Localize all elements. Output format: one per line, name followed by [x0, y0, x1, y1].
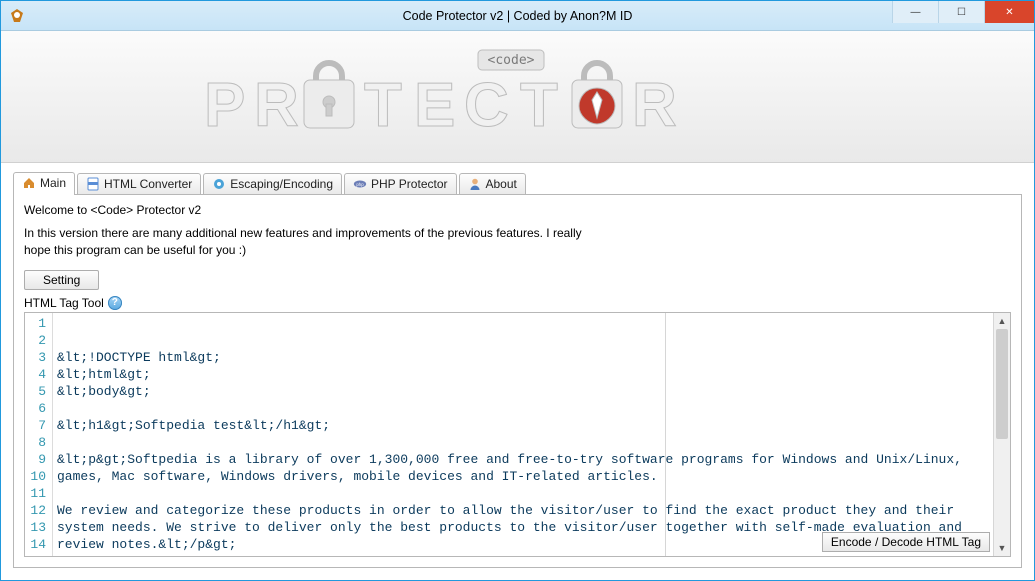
code-line [57, 434, 989, 451]
help-icon[interactable]: ? [108, 296, 122, 310]
code-line: We review and categorize these products … [57, 502, 989, 519]
welcome-text: Welcome to <Code> Protector v2 [24, 203, 1011, 217]
line-number: 4 [27, 366, 46, 383]
line-number: 9 [27, 451, 46, 468]
line-number: 5 [27, 383, 46, 400]
line-gutter: 12345678910111213141516 [25, 313, 53, 556]
line-number: 13 [27, 519, 46, 536]
line-number: 14 [27, 536, 46, 553]
scroll-down-arrow[interactable]: ▼ [994, 540, 1010, 556]
tab-main[interactable]: Main [13, 172, 75, 195]
code-editor[interactable]: 12345678910111213141516 &lt;!DOCTYPE htm… [24, 312, 1011, 557]
home-icon [22, 176, 36, 190]
content-area: Main HTML Converter Escaping/Encoding ph… [1, 163, 1034, 580]
window-controls: — ☐ ✕ [892, 1, 1034, 23]
code-line [57, 400, 989, 417]
line-number: 3 [27, 349, 46, 366]
tab-label: PHP Protector [371, 177, 447, 191]
code-line: &lt;p&gt;Softpedia is a library of over … [57, 451, 989, 468]
line-number: 7 [27, 417, 46, 434]
intro-text: In this version there are many additiona… [24, 225, 644, 260]
person-icon [468, 177, 482, 191]
tabstrip: Main HTML Converter Escaping/Encoding ph… [13, 173, 1022, 195]
banner-logo: <code> P R T E C T R [128, 42, 908, 152]
code-line [57, 485, 989, 502]
tabpanel-main: Welcome to <Code> Protector v2 In this v… [13, 195, 1022, 568]
setting-button[interactable]: Setting [24, 270, 99, 290]
titlebar: Code Protector v2 | Coded by Anon?M ID —… [1, 1, 1034, 31]
svg-text:P: P [204, 71, 245, 140]
svg-text:R: R [632, 71, 677, 140]
close-button[interactable]: ✕ [984, 1, 1034, 23]
scroll-thumb[interactable] [996, 329, 1008, 439]
gear-icon [212, 177, 226, 191]
code-line: games, Mac software, Windows drivers, mo… [57, 468, 989, 485]
vertical-scrollbar[interactable]: ▲ ▼ [993, 313, 1010, 556]
php-icon: php [353, 177, 367, 191]
svg-text:<code>: <code> [487, 53, 534, 68]
code-line [57, 553, 989, 556]
line-number: 2 [27, 332, 46, 349]
tab-about[interactable]: About [459, 173, 526, 194]
tool-label: HTML Tag Tool [24, 296, 104, 310]
encode-decode-button[interactable]: Encode / Decode HTML Tag [822, 532, 990, 552]
tab-php-protector[interactable]: php PHP Protector [344, 173, 456, 194]
line-number: 15 [27, 553, 46, 557]
maximize-button[interactable]: ☐ [938, 1, 984, 23]
line-number: 8 [27, 434, 46, 451]
html-file-icon [86, 177, 100, 191]
svg-text:R: R [254, 71, 299, 140]
svg-text:E: E [414, 71, 455, 140]
tab-label: About [486, 177, 517, 191]
code-line: &lt;html&gt; [57, 366, 989, 383]
line-number: 6 [27, 400, 46, 417]
line-number: 11 [27, 485, 46, 502]
window-title: Code Protector v2 | Coded by Anon?M ID [1, 9, 1034, 23]
code-area[interactable]: &lt;!DOCTYPE html&gt;&lt;html&gt;&lt;bod… [53, 313, 993, 556]
svg-text:C: C [464, 71, 509, 140]
line-number: 12 [27, 502, 46, 519]
code-line: &lt;h1&gt;Softpedia test&lt;/h1&gt; [57, 417, 989, 434]
line-number: 1 [27, 315, 46, 332]
tab-escaping-encoding[interactable]: Escaping/Encoding [203, 173, 342, 194]
app-icon [9, 8, 25, 24]
scroll-up-arrow[interactable]: ▲ [994, 313, 1010, 329]
tab-html-converter[interactable]: HTML Converter [77, 173, 201, 194]
code-line: &lt;!DOCTYPE html&gt; [57, 349, 989, 366]
code-line: &lt;body&gt; [57, 383, 989, 400]
banner: <code> P R T E C T R [1, 31, 1034, 163]
tab-label: Main [40, 176, 66, 190]
tool-label-row: HTML Tag Tool ? [24, 296, 1011, 310]
tab-label: Escaping/Encoding [230, 177, 333, 191]
svg-text:T: T [520, 71, 558, 140]
line-number: 10 [27, 468, 46, 485]
tab-label: HTML Converter [104, 177, 192, 191]
svg-text:T: T [364, 71, 402, 140]
minimize-button[interactable]: — [892, 1, 938, 23]
svg-text:php: php [356, 182, 364, 187]
